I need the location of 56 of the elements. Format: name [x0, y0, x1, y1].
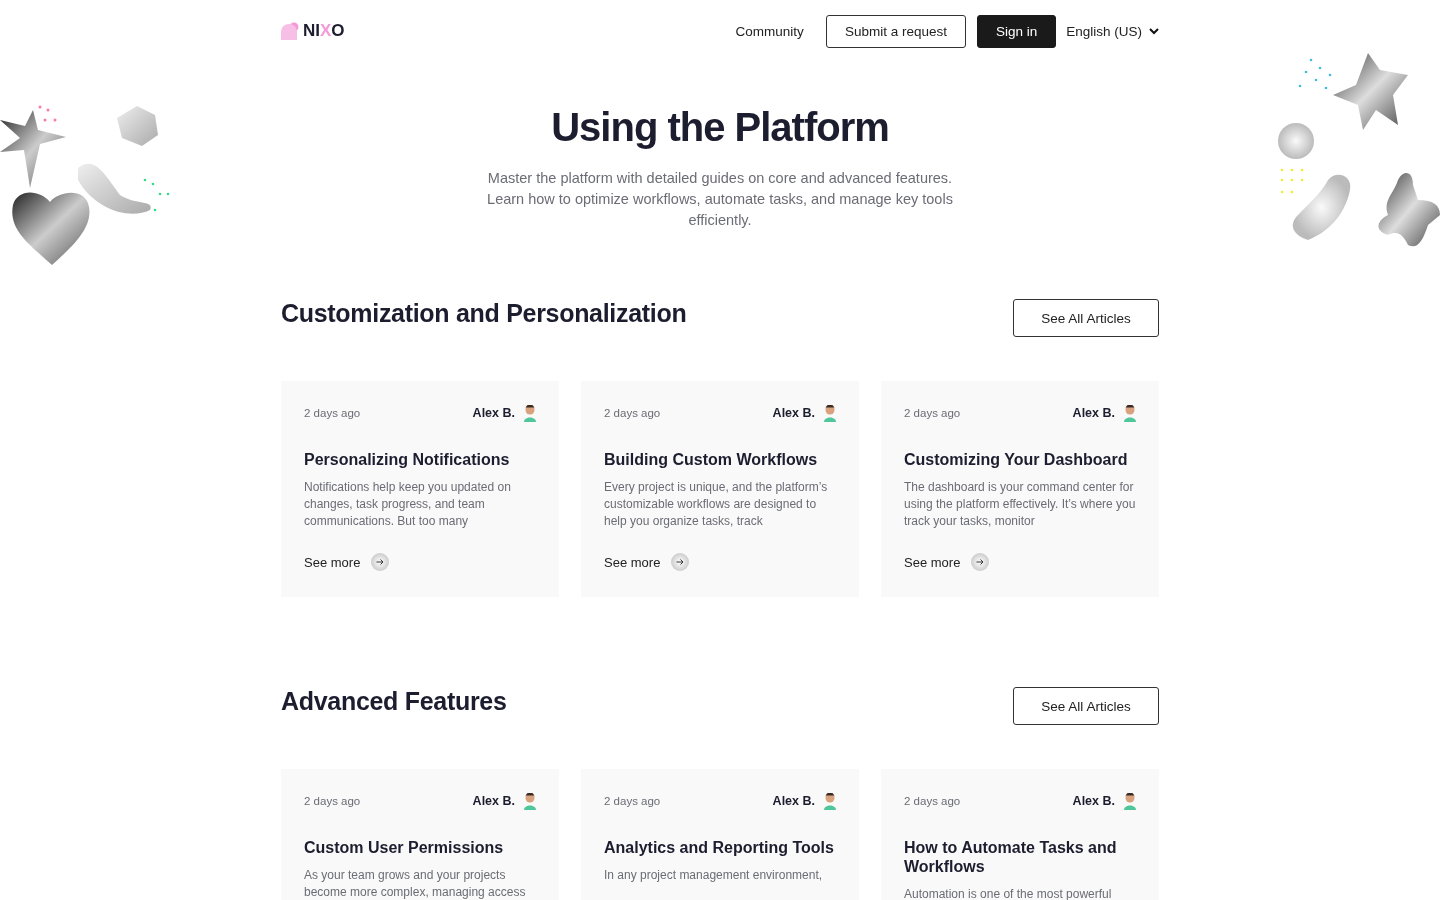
article-excerpt: The dashboard is your command center for using the platform effectively. It’s where you track your tasks, monitor	[904, 479, 1136, 530]
logo-text: NIXO	[303, 21, 345, 41]
article-excerpt: Every project is unique, and the platform’s customizable workflows are designed to help you organize tasks, track	[604, 479, 829, 530]
see-more-link[interactable]: See more	[904, 553, 1136, 571]
submit-request-button[interactable]: Submit a request	[825, 14, 966, 48]
article-title: Building Custom Workflows	[604, 450, 819, 469]
article-excerpt: Automation is one of the most powerful	[904, 886, 1113, 900]
nav-link[interactable]: Community	[735, 23, 804, 39]
article-title: Custom User Permissions	[304, 838, 505, 857]
article-excerpt: Notifications help keep you updated on changes, task progress, and team communications. But too many	[304, 479, 512, 530]
author-name: Alex B.	[1072, 794, 1115, 808]
see-all-articles-button[interactable]: See All Articles	[1013, 299, 1159, 337]
avatar-icon	[524, 792, 536, 810]
logo[interactable]: NIXO	[281, 21, 345, 41]
author-name: Alex B.	[772, 794, 815, 808]
article-time: 2 days ago	[904, 407, 961, 419]
article-card[interactable]: 2 days ago Alex B. Building Custom Workflows Every project is unique, and the platform’s customizable workflows are designed to help you organize tasks, track See more	[581, 381, 859, 597]
article-time: 2 days ago	[604, 795, 661, 807]
arrow-right-icon	[671, 553, 690, 571]
author-name: Alex B.	[472, 406, 515, 420]
article-card[interactable]: 2 days ago Alex B. Customizing Your Dashboard The dashboard is your command center for using the platform effectively. It’s where you track your tasks, monitor See more	[881, 381, 1159, 597]
logo-icon	[281, 22, 301, 40]
section-title: Advanced Features	[281, 686, 507, 716]
article-card[interactable]: 2 days ago Alex B. Personalizing Notifications Notifications help keep you updated on changes, task progress, and team communications. But too many See more	[281, 381, 559, 597]
see-more-link[interactable]: See more	[304, 553, 536, 571]
author-name: Alex B.	[1072, 406, 1115, 420]
see-more-link[interactable]: See more	[604, 553, 836, 571]
arrow-right-icon	[971, 553, 990, 571]
see-all-articles-button[interactable]: See All Articles	[1013, 687, 1159, 725]
section-title: Customization and Personalization	[281, 298, 687, 328]
author-name: Alex B.	[472, 794, 515, 808]
avatar-icon	[1124, 792, 1136, 810]
article-card[interactable]: 2 days ago Alex B. Custom User Permissions As your team grows and your projects become more complex, managing access	[281, 769, 559, 900]
article-time: 2 days ago	[604, 407, 661, 419]
article-title: Customizing Your Dashboard	[904, 450, 1129, 469]
article-title: Personalizing Notifications	[304, 450, 511, 469]
page-title: Using the Platform	[550, 104, 890, 151]
article-title: How to Automate Tasks and Workflows	[904, 838, 1118, 876]
avatar-icon	[524, 404, 536, 422]
article-time: 2 days ago	[904, 795, 961, 807]
article-card[interactable]: 2 days ago Alex B. Analytics and Reporting Tools In any project management environment,	[581, 769, 859, 900]
avatar-icon	[824, 792, 836, 810]
arrow-right-icon	[371, 553, 390, 571]
article-title: Analytics and Reporting Tools	[604, 838, 835, 857]
sign-in-button[interactable]: Sign in	[976, 14, 1057, 48]
article-excerpt: In any project management environment,	[604, 867, 824, 884]
avatar-icon	[824, 404, 836, 422]
article-time: 2 days ago	[304, 795, 361, 807]
article-card[interactable]: 2 days ago Alex B. How to Automate Tasks and Workflows Automation is one of the most powerful	[881, 769, 1159, 900]
article-excerpt: As your team grows and your projects become more complex, managing access	[304, 867, 527, 900]
page-subtitle: Master the platform with detailed guides on core and advanced features. Learn how to optimize workflows, automate tasks, and manage key tools efficiently.	[486, 169, 954, 230]
avatar-icon	[1124, 404, 1136, 422]
language-dropdown[interactable]: English (US)	[1066, 23, 1159, 39]
caret-icon	[1149, 27, 1159, 35]
author-name: Alex B.	[772, 406, 815, 420]
article-time: 2 days ago	[304, 407, 361, 419]
